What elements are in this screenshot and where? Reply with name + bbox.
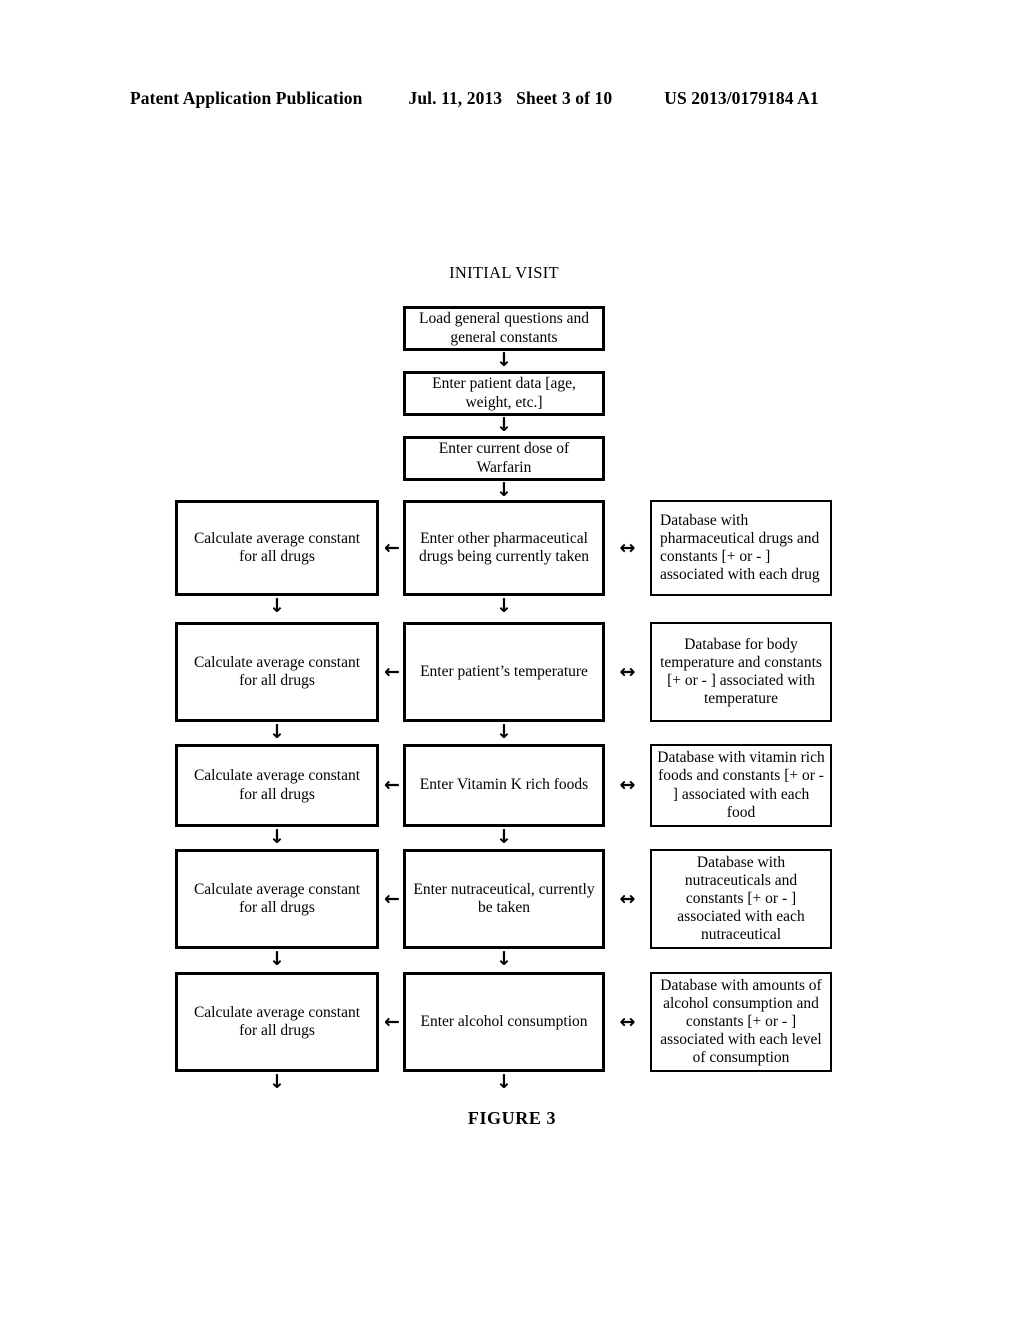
- step-label: Load general questions and general const…: [418, 310, 589, 346]
- database-label: Database with amounts of alcohol consump…: [660, 976, 822, 1067]
- arrow-down-icon: ↓: [496, 948, 512, 970]
- arrow-left-icon: ←: [384, 537, 400, 559]
- arrow-down-icon: ↓: [496, 721, 512, 743]
- row-1-calculate-box: Calculate average constant for all drugs: [175, 500, 379, 596]
- row-2-enter-box: Enter patient’s temperature: [403, 622, 605, 722]
- step-enter-patient-data: Enter patient data [age, weight, etc.]: [403, 371, 605, 416]
- arrow-down-icon: ↓: [496, 414, 512, 436]
- arrow-left-icon: ←: [384, 774, 400, 796]
- arrow-bidirectional-icon: ↔: [619, 661, 636, 683]
- row-1-enter-box: Enter other pharmaceutical drugs being c…: [403, 500, 605, 596]
- arrow-down-icon: ↓: [496, 826, 512, 848]
- row-1-database-box: Database with pharmaceutical drugs and c…: [650, 500, 832, 596]
- arrow-down-icon: ↓: [269, 826, 285, 848]
- calculate-label: Calculate average constant for all drugs: [193, 880, 361, 916]
- database-label: Database for body temperature and consta…: [660, 635, 822, 708]
- arrow-down-icon: ↓: [269, 948, 285, 970]
- diagram-title: INITIAL VISIT: [449, 263, 559, 282]
- row-4-database-box: Database with nutraceuticals and constan…: [650, 849, 832, 949]
- database-label: Database with pharmaceutical drugs and c…: [660, 511, 820, 584]
- database-label: Database with vitamin rich foods and con…: [657, 749, 825, 821]
- enter-label: Enter alcohol consumption: [420, 1012, 588, 1030]
- row-5-enter-box: Enter alcohol consumption: [403, 972, 605, 1072]
- arrow-down-icon: ↓: [496, 595, 512, 617]
- row-5-calculate-box: Calculate average constant for all drugs: [175, 972, 379, 1072]
- row-5-database-box: Database with amounts of alcohol consump…: [650, 972, 832, 1072]
- enter-label: Enter nutraceutical, currently be taken: [413, 880, 595, 916]
- arrow-bidirectional-icon: ↔: [619, 888, 636, 910]
- calculate-label: Calculate average constant for all drugs: [193, 653, 361, 689]
- database-label: Database with nutraceuticals and constan…: [677, 853, 805, 944]
- step-label: Enter patient data [age, weight, etc.]: [432, 375, 576, 411]
- step-label: Enter current dose of Warfarin: [438, 440, 570, 476]
- arrow-left-icon: ←: [384, 661, 400, 683]
- enter-label: Enter other pharmaceutical drugs being c…: [418, 529, 589, 565]
- arrow-left-icon: ←: [384, 1011, 400, 1033]
- arrow-left-icon: ←: [384, 888, 400, 910]
- row-2-database-box: Database for body temperature and consta…: [650, 622, 832, 722]
- arrow-bidirectional-icon: ↔: [619, 537, 636, 559]
- calculate-label: Calculate average constant for all drugs: [193, 1003, 361, 1039]
- arrow-down-icon: ↓: [496, 349, 512, 371]
- arrow-down-icon: ↓: [496, 479, 512, 501]
- figure-caption: FIGURE 3: [467, 1108, 557, 1128]
- row-3-enter-box: Enter Vitamin K rich foods: [403, 744, 605, 827]
- arrow-down-icon: ↓: [269, 595, 285, 617]
- arrow-bidirectional-icon: ↔: [619, 1011, 636, 1033]
- calculate-label: Calculate average constant for all drugs: [193, 529, 361, 565]
- enter-label: Enter Vitamin K rich foods: [419, 776, 589, 794]
- arrow-bidirectional-icon: ↔: [619, 774, 636, 796]
- enter-label: Enter patient’s temperature: [420, 662, 588, 680]
- flowchart-diagram: INITIAL VISIT Load general questions and…: [0, 0, 1024, 1320]
- step-enter-warfarin-dose: Enter current dose of Warfarin: [403, 436, 605, 481]
- arrow-down-icon: ↓: [496, 1071, 512, 1093]
- row-4-calculate-box: Calculate average constant for all drugs: [175, 849, 379, 949]
- step-load-general-questions: Load general questions and general const…: [403, 306, 605, 351]
- row-3-calculate-box: Calculate average constant for all drugs: [175, 744, 379, 827]
- arrow-down-icon: ↓: [269, 721, 285, 743]
- arrow-down-icon: ↓: [269, 1071, 285, 1093]
- row-3-database-box: Database with vitamin rich foods and con…: [650, 744, 832, 827]
- row-4-enter-box: Enter nutraceutical, currently be taken: [403, 849, 605, 949]
- row-2-calculate-box: Calculate average constant for all drugs: [175, 622, 379, 722]
- calculate-label: Calculate average constant for all drugs: [193, 767, 361, 803]
